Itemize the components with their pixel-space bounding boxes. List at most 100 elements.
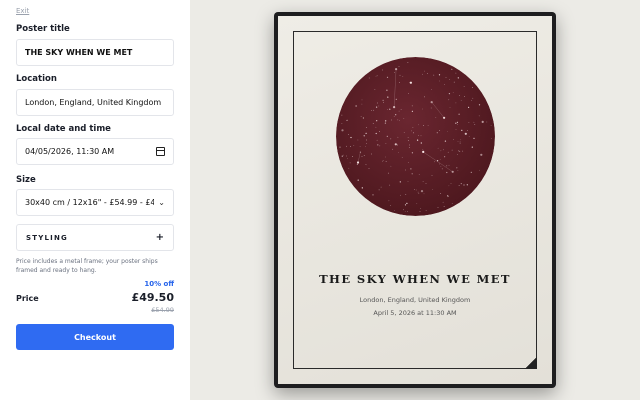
star bbox=[478, 115, 480, 117]
star bbox=[347, 158, 348, 160]
star bbox=[427, 73, 428, 74]
star bbox=[385, 156, 386, 158]
star bbox=[400, 194, 401, 196]
star bbox=[417, 191, 419, 193]
star bbox=[384, 122, 386, 124]
star bbox=[407, 181, 409, 182]
star bbox=[459, 139, 461, 141]
checkout-button[interactable]: Checkout bbox=[16, 324, 174, 350]
star bbox=[386, 89, 388, 91]
star bbox=[423, 193, 425, 195]
star bbox=[453, 81, 455, 83]
price-value: £49.50 bbox=[131, 291, 174, 304]
star bbox=[432, 189, 434, 191]
star bbox=[341, 129, 344, 132]
star bbox=[365, 163, 366, 165]
old-price: £54.99 bbox=[151, 306, 174, 314]
star bbox=[392, 148, 394, 150]
sky-disc bbox=[336, 57, 495, 216]
star bbox=[361, 99, 363, 101]
poster-title-value: THE SKY WHEN WE MET bbox=[25, 48, 133, 57]
star bbox=[368, 77, 370, 79]
star bbox=[395, 98, 397, 100]
star bbox=[368, 168, 370, 169]
star bbox=[411, 105, 413, 107]
star bbox=[453, 139, 454, 141]
styling-accordion[interactable]: STYLING + bbox=[16, 224, 174, 251]
star bbox=[376, 139, 378, 141]
star bbox=[378, 189, 380, 191]
star bbox=[449, 106, 451, 108]
star bbox=[348, 134, 349, 135]
star bbox=[343, 154, 345, 156]
star bbox=[361, 103, 363, 105]
star bbox=[462, 150, 464, 152]
star bbox=[431, 89, 432, 91]
star bbox=[438, 80, 440, 82]
location-input[interactable]: London, England, United Kingdom bbox=[16, 89, 174, 116]
datetime-value: 04/05/2026, 11:30 AM bbox=[25, 147, 115, 156]
location-label: Location bbox=[16, 74, 57, 84]
star bbox=[376, 106, 378, 108]
star bbox=[456, 121, 458, 123]
star bbox=[382, 69, 383, 71]
size-select[interactable]: 30x40 cm / 12x16" - £54.99 - £49.50 ⌄ bbox=[16, 189, 174, 216]
star bbox=[365, 132, 367, 134]
star bbox=[382, 160, 384, 162]
star bbox=[374, 88, 376, 90]
exit-link[interactable]: Exit bbox=[16, 7, 29, 15]
star bbox=[442, 201, 444, 203]
star bbox=[451, 149, 453, 151]
poster-frame: THE SKY WHEN WE MET London, England, Uni… bbox=[274, 12, 556, 388]
star bbox=[363, 155, 365, 156]
star bbox=[420, 142, 422, 144]
star bbox=[389, 184, 391, 186]
star bbox=[404, 204, 407, 206]
star bbox=[433, 161, 435, 163]
star bbox=[395, 114, 397, 116]
star bbox=[443, 206, 445, 207]
star bbox=[376, 120, 378, 122]
star bbox=[417, 139, 419, 141]
star bbox=[360, 116, 362, 117]
star bbox=[407, 136, 409, 138]
star bbox=[457, 123, 459, 125]
poster-title-input[interactable]: THE SKY WHEN WE MET bbox=[16, 39, 174, 66]
star bbox=[422, 73, 423, 75]
star bbox=[383, 160, 384, 161]
star bbox=[440, 165, 442, 167]
star bbox=[425, 210, 427, 211]
star bbox=[357, 139, 359, 141]
star bbox=[349, 162, 351, 164]
star bbox=[472, 97, 474, 99]
star bbox=[379, 145, 381, 147]
star bbox=[470, 171, 472, 173]
star bbox=[437, 207, 439, 208]
star bbox=[473, 121, 475, 123]
star bbox=[457, 154, 459, 155]
star bbox=[411, 130, 413, 132]
star bbox=[397, 144, 398, 146]
star bbox=[341, 123, 343, 124]
poster-location: London, England, United Kingdom bbox=[359, 296, 471, 304]
star bbox=[416, 203, 418, 204]
star bbox=[361, 156, 363, 157]
star bbox=[401, 157, 403, 158]
price-label: Price bbox=[16, 294, 39, 303]
star bbox=[390, 205, 391, 206]
star bbox=[393, 116, 395, 118]
calendar-icon[interactable] bbox=[156, 147, 165, 156]
star bbox=[440, 193, 442, 194]
size-value: 30x40 cm / 12x16" - £54.99 - £49.50 bbox=[25, 198, 154, 207]
star bbox=[486, 121, 488, 123]
star bbox=[355, 105, 357, 107]
star bbox=[455, 72, 457, 74]
star bbox=[379, 131, 380, 132]
star bbox=[375, 132, 377, 135]
star bbox=[437, 147, 439, 149]
star bbox=[422, 181, 424, 182]
datetime-input[interactable]: 04/05/2026, 11:30 AM bbox=[16, 138, 174, 165]
star bbox=[439, 158, 441, 160]
star bbox=[423, 125, 424, 126]
star bbox=[459, 95, 460, 97]
